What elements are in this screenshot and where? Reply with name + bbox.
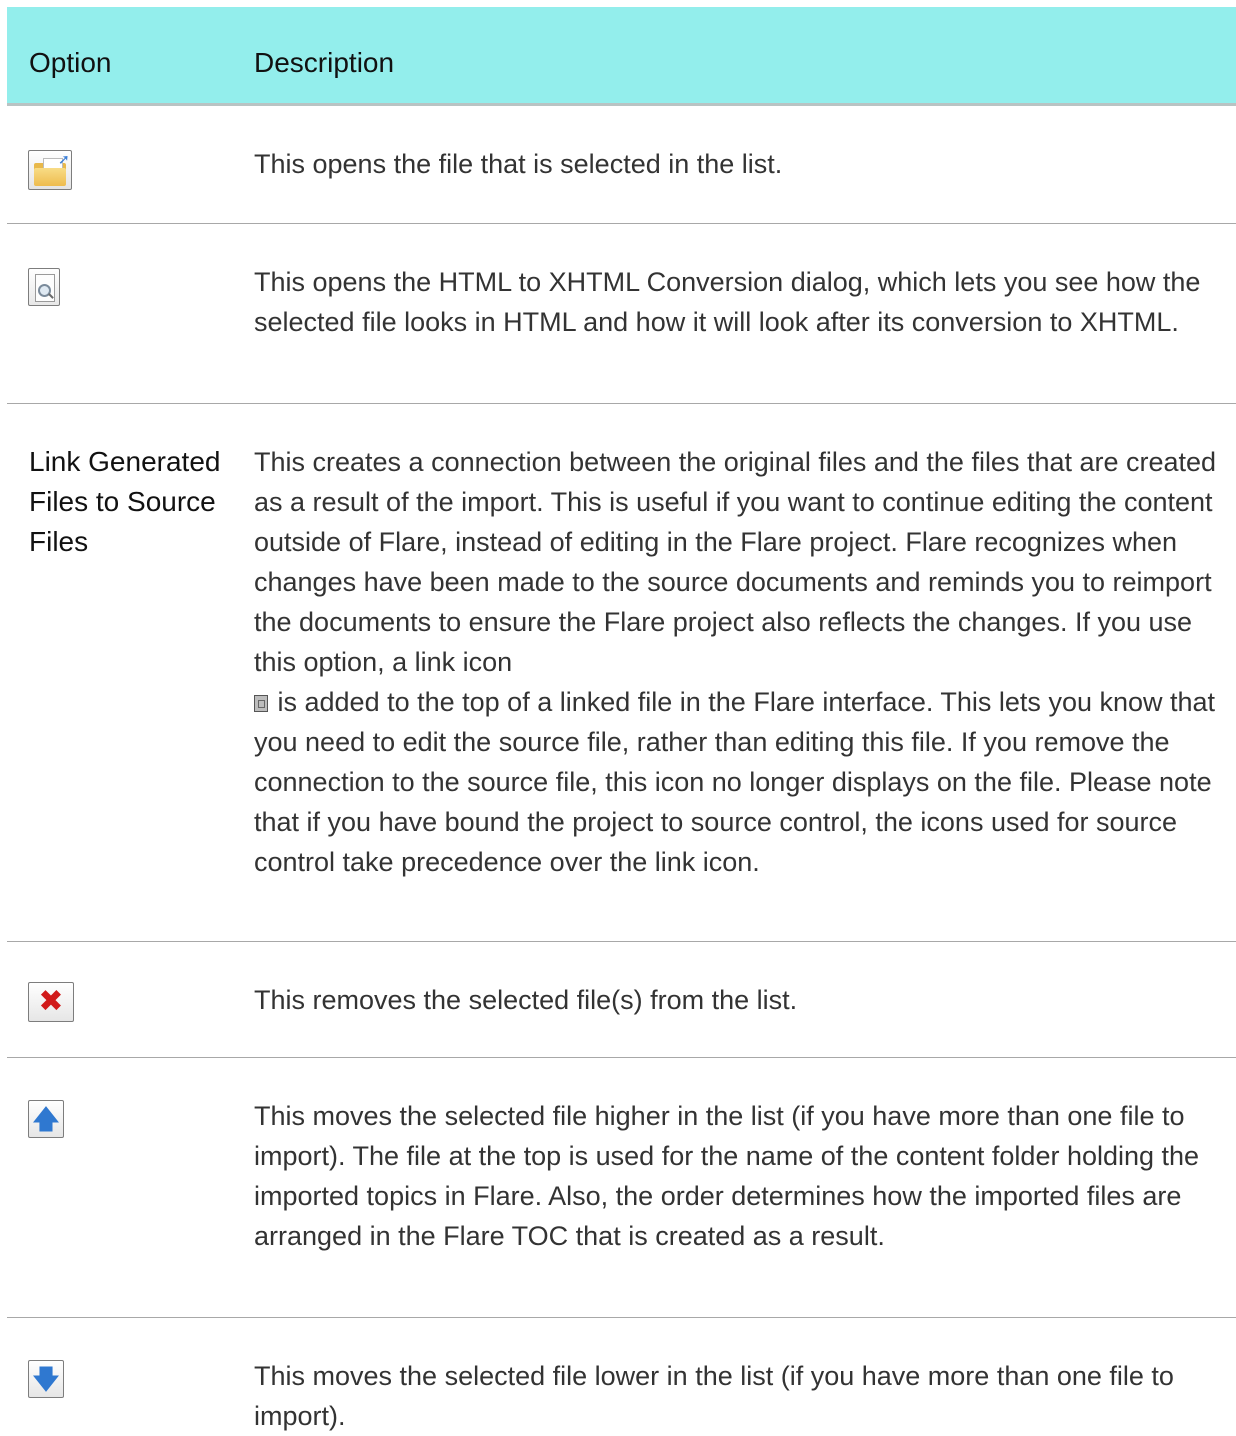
options-table: Option Description ➚ This opens the file… — [7, 7, 1236, 1431]
row-description: This moves the selected file higher in t… — [254, 1101, 1200, 1251]
table-row: 🡅 This moves the selected file higher in… — [7, 1058, 1236, 1318]
row-description: This moves the selected file lower in th… — [254, 1361, 1174, 1431]
move-down-icon[interactable]: 🡇 — [28, 1360, 64, 1398]
open-file-icon[interactable]: ➚ — [28, 150, 72, 190]
row-description: This opens the file that is selected in … — [254, 149, 783, 179]
link-icon — [254, 695, 268, 712]
row-description: This removes the selected file(s) from t… — [254, 985, 798, 1015]
table-row: ✖ This removes the selected file(s) from… — [7, 942, 1236, 1058]
table-row: ➚ This opens the file that is selected i… — [7, 106, 1236, 224]
table-row: This opens the HTML to XHTML Conversion … — [7, 224, 1236, 404]
table-header: Option Description — [7, 7, 1236, 106]
description-text-part-2: is added to the top of a linked file in … — [254, 687, 1216, 877]
row-description: This creates a connection between the or… — [254, 442, 1229, 882]
description-column-header: Description — [254, 47, 395, 78]
move-up-icon[interactable]: 🡅 — [28, 1100, 64, 1138]
description-text-part-1: This creates a connection between the or… — [254, 447, 1217, 677]
table-row: Link Generated Files to Source Files Thi… — [7, 404, 1236, 942]
option-column-header: Option — [29, 47, 112, 78]
option-label: Link Generated Files to Source Files — [29, 446, 221, 557]
row-description: This opens the HTML to XHTML Conversion … — [254, 267, 1201, 337]
remove-icon[interactable]: ✖ — [28, 982, 74, 1022]
preview-icon[interactable] — [28, 268, 60, 306]
table-row: 🡇 This moves the selected file lower in … — [7, 1318, 1236, 1431]
